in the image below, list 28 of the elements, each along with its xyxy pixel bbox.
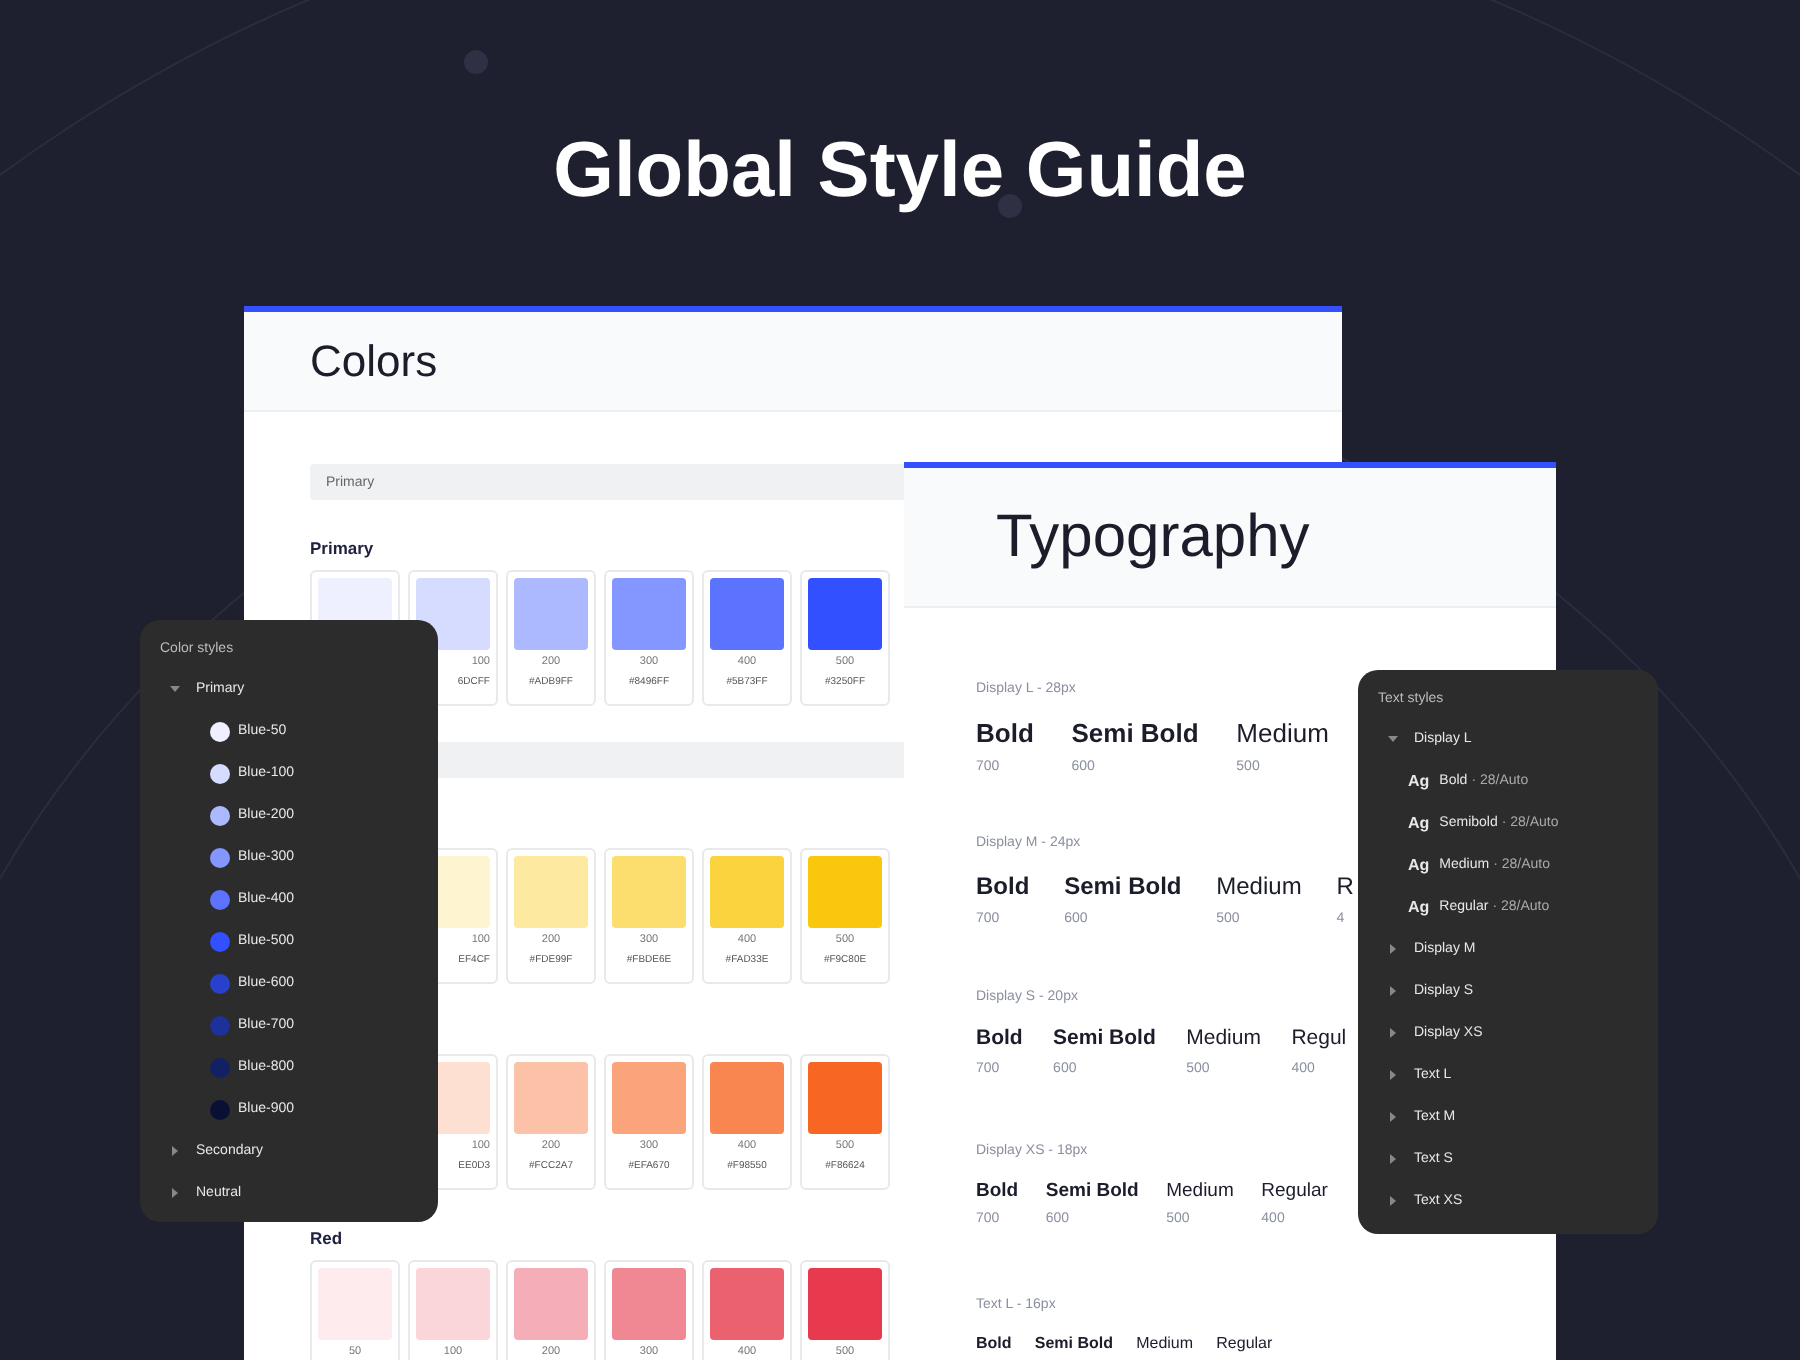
text-style-glyph: Ag bbox=[1408, 898, 1430, 916]
font-sample: Regular bbox=[1216, 1334, 1273, 1355]
font-sample: Bold bbox=[976, 1334, 1012, 1355]
font-sample: Semi Bold bbox=[1045, 1180, 1139, 1205]
page-title: Global Style Guide bbox=[551, 126, 1249, 218]
font-sample: Bold bbox=[976, 1180, 1019, 1205]
font-sample: Bold bbox=[976, 1026, 1023, 1054]
font-sample: Medium bbox=[1236, 718, 1329, 752]
font-sample: R bbox=[1336, 872, 1354, 904]
font-sample: Semi Bold bbox=[1034, 1334, 1113, 1355]
text-style-glyph: Ag bbox=[1408, 772, 1430, 790]
font-sample: Bold bbox=[976, 718, 1034, 752]
font-sample: Semi Bold bbox=[1064, 872, 1182, 904]
font-sample: Medium bbox=[1186, 1026, 1261, 1054]
font-sample: Bold bbox=[976, 872, 1030, 904]
font-sample: Semi Bold bbox=[1071, 718, 1199, 752]
font-sample: Medium bbox=[1216, 872, 1302, 904]
group-heading: Primary bbox=[310, 538, 376, 558]
panel-title: Colors bbox=[310, 335, 438, 387]
text-style-glyph: Ag bbox=[1408, 856, 1430, 874]
font-sample: Medium bbox=[1136, 1334, 1194, 1355]
font-sample: Medium bbox=[1166, 1180, 1234, 1205]
panel-title: Typography bbox=[996, 503, 1310, 571]
font-sample: Regul bbox=[1291, 1026, 1347, 1054]
font-sample: Regular bbox=[1261, 1180, 1328, 1205]
group-heading: Red bbox=[310, 1228, 345, 1248]
font-sample: Semi Bold bbox=[1053, 1026, 1156, 1054]
text-style-glyph: Ag bbox=[1408, 814, 1430, 832]
